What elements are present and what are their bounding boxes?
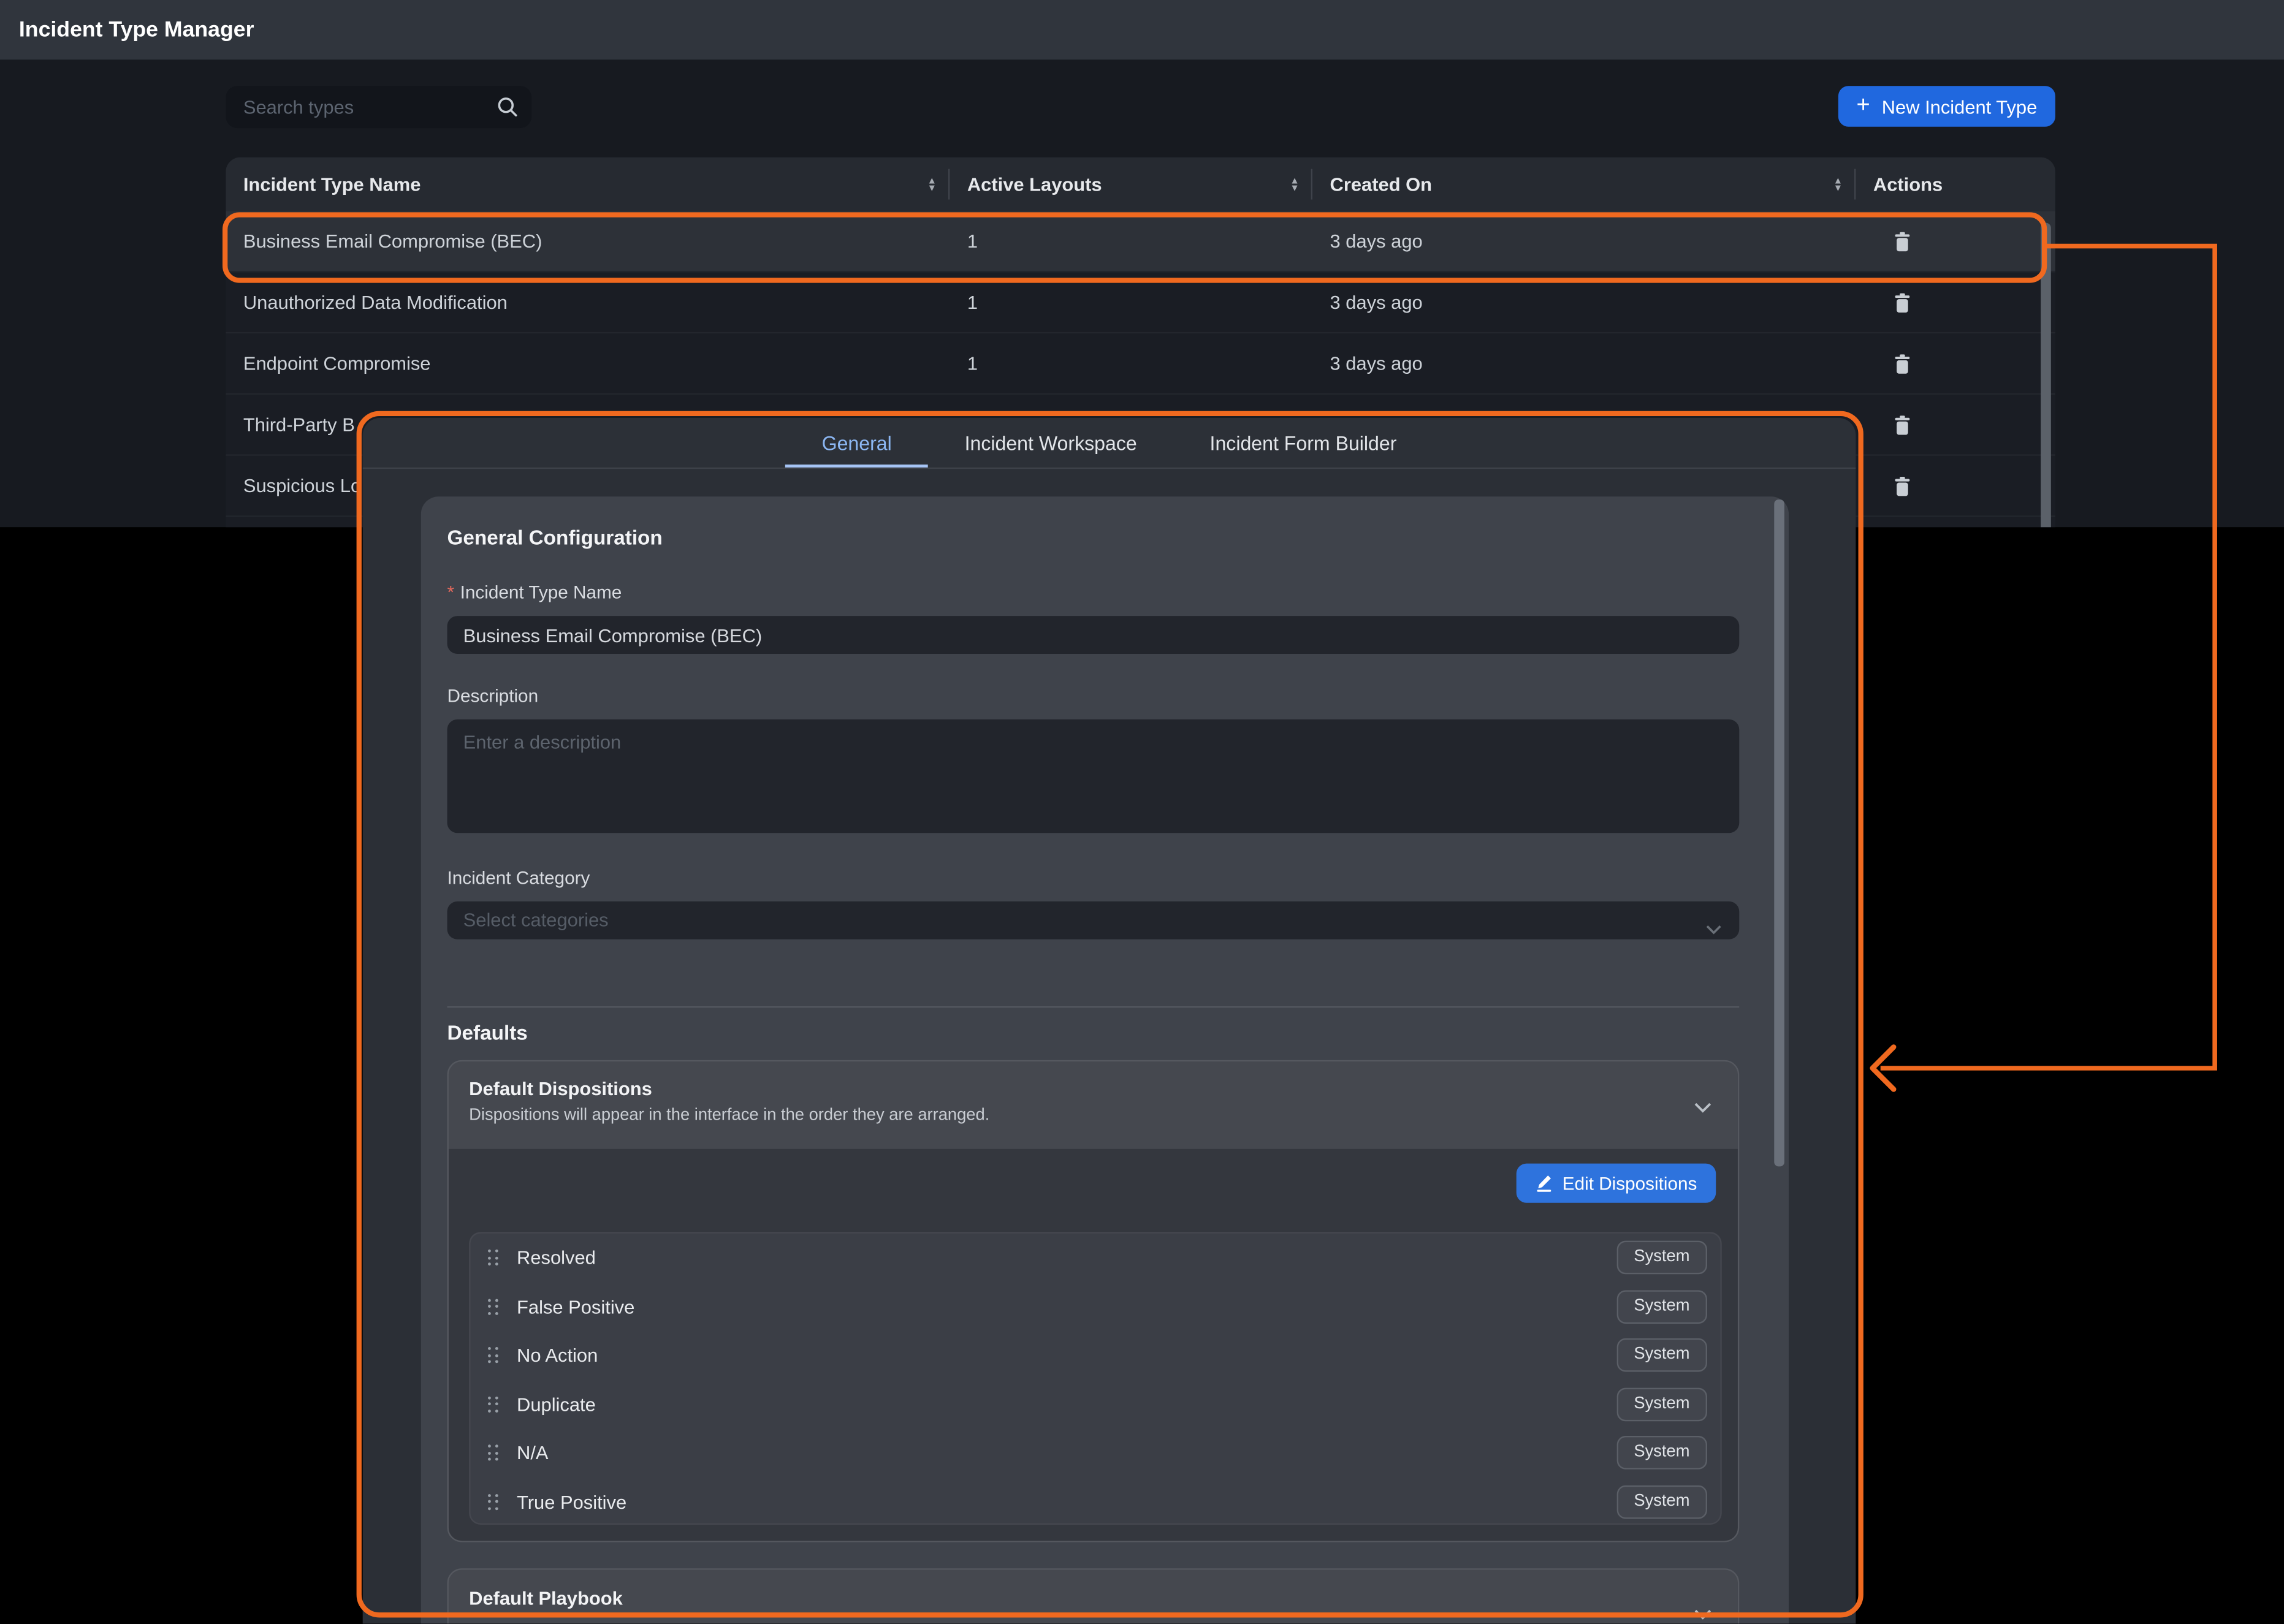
trash-icon — [1894, 353, 1911, 373]
cell-created: 3 days ago — [1312, 291, 1856, 313]
cell-name: Unauthorized Data Modification — [226, 291, 950, 313]
chevron-down-icon — [1694, 1602, 1712, 1624]
incident-category-label: Incident Category — [447, 868, 590, 888]
column-header-active-layouts[interactable]: Active Layouts ▲▼ — [950, 157, 1312, 211]
section-title-general-configuration: General Configuration — [447, 526, 663, 549]
incident-type-manager-screen: Incident Type Manager + New Incident Typ… — [0, 0, 2284, 1624]
search-box — [226, 86, 531, 128]
section-title-defaults: Defaults — [447, 1021, 528, 1044]
chevron-down-icon — [1694, 1095, 1712, 1121]
cell-name: Endpoint Compromise — [226, 352, 950, 374]
delete-button[interactable] — [1894, 353, 1911, 373]
incident-type-name-field[interactable] — [447, 616, 1740, 654]
default-dispositions-body: Edit Dispositions Resolved System False … — [449, 1149, 1738, 1542]
disposition-label: Duplicate — [517, 1394, 1616, 1416]
drag-handle-icon[interactable] — [488, 1493, 498, 1510]
trash-icon — [1894, 414, 1911, 434]
drag-handle-icon[interactable] — [488, 1396, 498, 1413]
dispositions-list: Resolved System False Positive System No… — [469, 1232, 1722, 1525]
delete-button[interactable] — [1894, 231, 1911, 251]
cell-created: 3 days ago — [1312, 352, 1856, 374]
disposition-label: No Action — [517, 1345, 1616, 1367]
disposition-item: False Positive System — [471, 1282, 1721, 1331]
delete-button[interactable] — [1894, 414, 1911, 434]
trash-icon — [1894, 476, 1911, 496]
required-asterisk: * — [447, 583, 455, 603]
default-playbook-panel: Default Playbook — [447, 1568, 1740, 1623]
table-row[interactable]: Business Email Compromise (BEC) 1 3 days… — [226, 211, 2055, 273]
edit-dispositions-label: Edit Dispositions — [1563, 1173, 1697, 1193]
disposition-item: True Positive System — [471, 1478, 1721, 1525]
tab-incident-form-builder[interactable]: Incident Form Builder — [1173, 418, 1433, 468]
new-incident-type-label: New Incident Type — [1882, 96, 2038, 118]
disposition-item: Duplicate System — [471, 1380, 1721, 1429]
trash-icon — [1894, 231, 1911, 251]
default-dispositions-subtitle: Dispositions will appear in the interfac… — [469, 1107, 989, 1125]
disposition-label: False Positive — [517, 1296, 1616, 1318]
plus-icon: + — [1856, 93, 1870, 119]
column-header-actions: Actions — [1856, 157, 2055, 211]
drag-handle-icon[interactable] — [488, 1299, 498, 1315]
incident-type-config-modal: General Incident Workspace Incident Form… — [363, 418, 1856, 1624]
drag-handle-icon[interactable] — [488, 1444, 498, 1461]
default-dispositions-panel: Default Dispositions Dispositions will a… — [447, 1060, 1740, 1542]
tab-incident-workspace[interactable]: Incident Workspace — [928, 418, 1173, 468]
modal-scrollbar-thumb[interactable] — [1774, 499, 1783, 1166]
system-badge: System — [1616, 1387, 1707, 1421]
column-header-incident-type-name[interactable]: Incident Type Name ▲▼ — [226, 157, 950, 211]
disposition-item: No Action System — [471, 1331, 1721, 1380]
disposition-label: N/A — [517, 1442, 1616, 1464]
app-header: Incident Type Manager — [0, 0, 2284, 59]
system-badge: System — [1616, 1241, 1707, 1275]
default-playbook-title: Default Playbook — [469, 1587, 623, 1609]
tab-general[interactable]: General — [785, 418, 928, 468]
disposition-item: N/A System — [471, 1429, 1721, 1478]
delete-button[interactable] — [1894, 292, 1911, 312]
delete-button[interactable] — [1894, 476, 1911, 496]
description-label: Description — [447, 686, 539, 706]
table-header-row: Incident Type Name ▲▼ Active Layouts ▲▼ … — [226, 157, 2055, 211]
general-configuration-card: General Configuration *Incident Type Nam… — [421, 496, 1789, 1623]
chevron-down-icon — [1706, 916, 1722, 943]
disposition-item: Resolved System — [471, 1234, 1721, 1283]
search-input[interactable] — [226, 86, 531, 128]
new-incident-type-button[interactable]: + New Incident Type — [1838, 86, 2055, 127]
default-dispositions-title: Default Dispositions — [469, 1077, 652, 1099]
default-dispositions-header[interactable]: Default Dispositions Dispositions will a… — [449, 1061, 1738, 1149]
drag-handle-icon[interactable] — [488, 1250, 498, 1266]
section-divider — [447, 1006, 1740, 1007]
edit-dispositions-button[interactable]: Edit Dispositions — [1516, 1164, 1716, 1203]
page-title: Incident Type Manager — [19, 0, 254, 59]
system-badge: System — [1616, 1290, 1707, 1324]
sort-icon: ▲▼ — [927, 177, 937, 192]
system-badge: System — [1616, 1485, 1707, 1519]
search-icon — [497, 96, 519, 126]
disposition-label: True Positive — [517, 1491, 1616, 1513]
drag-handle-icon[interactable] — [488, 1347, 498, 1364]
modal-tabs: General Incident Workspace Incident Form… — [363, 418, 1856, 469]
table-row[interactable]: Endpoint Compromise 1 3 days ago — [226, 333, 2055, 395]
cell-layouts: 1 — [950, 230, 1312, 252]
select-placeholder: Select categories — [463, 901, 609, 939]
cell-name: Business Email Compromise (BEC) — [226, 230, 950, 252]
cell-created: 3 days ago — [1312, 230, 1856, 252]
trash-icon — [1894, 292, 1911, 312]
cell-layouts: 1 — [950, 352, 1312, 374]
annotation-arrowhead — [1873, 1047, 1894, 1090]
sort-icon: ▲▼ — [1833, 177, 1843, 192]
incident-category-select[interactable]: Select categories — [447, 901, 1740, 939]
system-badge: System — [1616, 1436, 1707, 1470]
incident-type-name-label: *Incident Type Name — [447, 583, 622, 603]
table-row[interactable]: Unauthorized Data Modification 1 3 days … — [226, 272, 2055, 333]
disposition-label: Resolved — [517, 1247, 1616, 1269]
edit-pencil-icon — [1535, 1174, 1553, 1193]
column-header-created-on[interactable]: Created On ▲▼ — [1312, 157, 1856, 211]
description-field[interactable] — [447, 719, 1740, 833]
cell-layouts: 1 — [950, 291, 1312, 313]
sort-icon: ▲▼ — [1290, 177, 1299, 192]
table-scrollbar-thumb[interactable] — [2041, 223, 2051, 528]
default-playbook-header[interactable]: Default Playbook — [449, 1570, 1738, 1624]
system-badge: System — [1616, 1338, 1707, 1372]
